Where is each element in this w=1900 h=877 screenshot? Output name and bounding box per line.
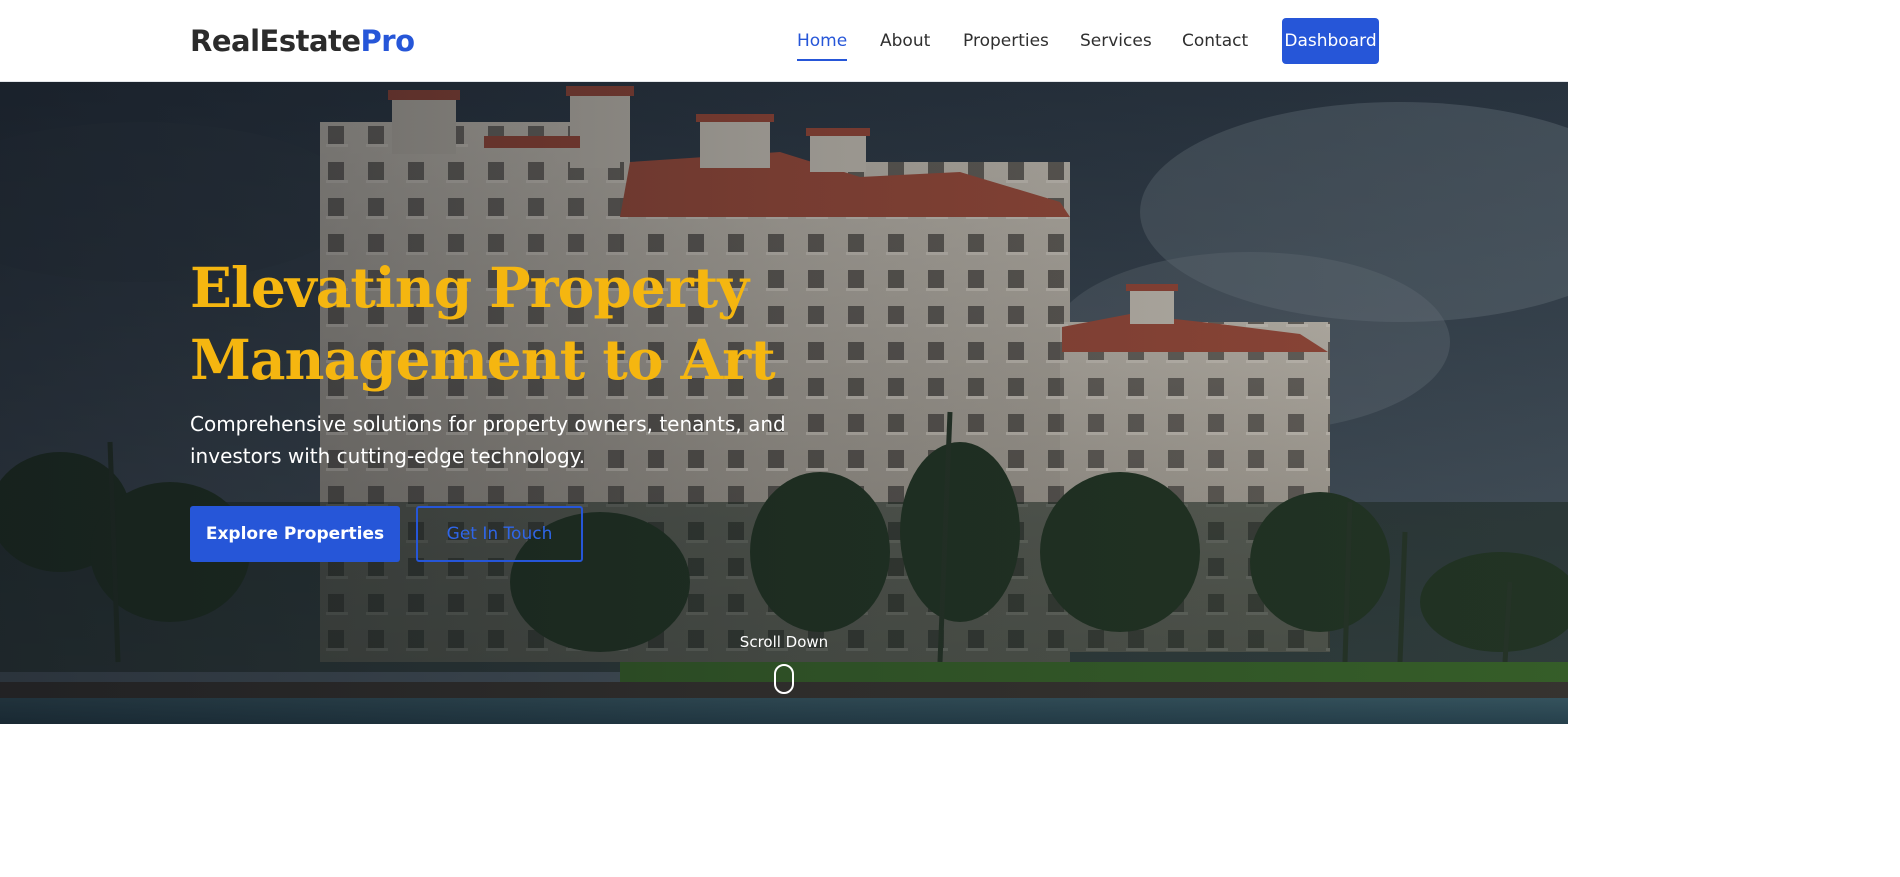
explore-properties-button[interactable]: Explore Properties: [190, 506, 400, 562]
nav-link-services[interactable]: Services: [1080, 30, 1152, 52]
hero-subtitle-line: investors with cutting-edge technology.: [190, 444, 586, 468]
dashboard-button[interactable]: Dashboard: [1282, 18, 1379, 64]
hero-dark-overlay: [0, 82, 1568, 724]
brand-name: RealEstate: [190, 24, 361, 58]
mouse-scroll-icon[interactable]: [774, 664, 794, 694]
hero-subtitle-line: Comprehensive solutions for property own…: [190, 412, 786, 436]
hero-title-line: Management to Art: [190, 327, 776, 392]
nav-link-properties[interactable]: Properties: [963, 30, 1049, 52]
nav-link-contact[interactable]: Contact: [1182, 30, 1248, 52]
hero-title: Elevating Property Management to Art: [190, 252, 810, 396]
hero-section: Elevating Property Management to Art Com…: [0, 82, 1568, 724]
scroll-down-label[interactable]: Scroll Down: [704, 633, 864, 651]
nav-link-home[interactable]: Home: [797, 30, 847, 52]
get-in-touch-button[interactable]: Get In Touch: [416, 506, 583, 562]
brand-logo[interactable]: RealEstatePro: [190, 22, 415, 60]
nav-link-about[interactable]: About: [880, 30, 930, 52]
navbar: RealEstatePro Home About Properties Serv…: [0, 0, 1568, 82]
hero-subtitle: Comprehensive solutions for property own…: [190, 408, 810, 472]
active-nav-indicator: [797, 59, 847, 61]
hero-title-line: Elevating Property: [190, 255, 749, 320]
brand-accent: Pro: [360, 24, 415, 58]
